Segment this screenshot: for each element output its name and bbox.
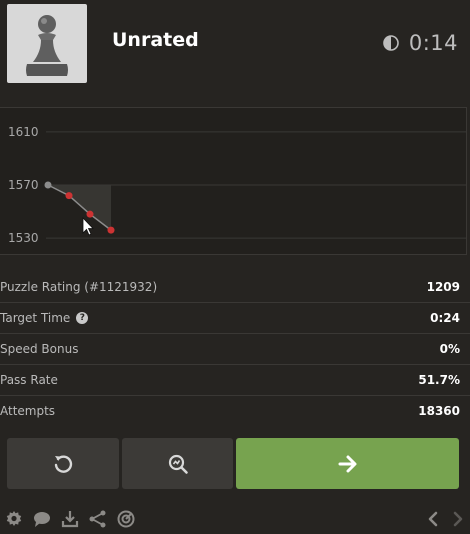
rating-chart: 1610 1570 1530 (0, 107, 467, 255)
puzzle-mode-title: Unrated (112, 29, 199, 51)
rating-chart-svg: 1610 1570 1530 (8, 125, 466, 245)
stat-label: Target Time (0, 311, 71, 325)
stat-row-rating: Puzzle Rating (#1121932) 1209 (0, 272, 470, 303)
stat-value: 1209 (426, 280, 460, 294)
target-icon[interactable] (116, 509, 136, 529)
puzzle-stats: Puzzle Rating (#1121932) 1209 Target Tim… (0, 272, 470, 426)
stat-row-pass-rate: Pass Rate 51.7% (0, 365, 470, 396)
y-tick-label: 1610 (8, 125, 39, 139)
chevron-right-icon[interactable] (448, 509, 468, 529)
chess-pawn-icon (26, 15, 68, 76)
analysis-icon (168, 454, 188, 474)
gear-icon[interactable] (4, 509, 24, 529)
timer-text: 0:14 (408, 31, 458, 55)
retry-button[interactable] (7, 438, 119, 489)
data-point[interactable] (107, 226, 115, 234)
data-point[interactable] (86, 210, 94, 218)
stat-row-attempts: Attempts 18360 (0, 396, 470, 426)
puzzle-actions (7, 438, 459, 489)
stat-label: Attempts (0, 404, 56, 418)
data-point[interactable] (44, 181, 52, 189)
mouse-cursor-icon (82, 217, 94, 236)
stat-value: 18360 (418, 404, 460, 418)
y-tick-label: 1570 (8, 178, 39, 192)
chat-icon[interactable] (32, 509, 52, 529)
stat-row-speed-bonus: Speed Bonus 0% (0, 334, 470, 365)
y-tick-label: 1530 (8, 231, 39, 245)
puzzle-header: Unrated 0:14 (0, 0, 470, 86)
stat-label: Pass Rate (0, 373, 58, 387)
stat-value: 0:24 (430, 311, 460, 325)
stat-label: Puzzle Rating (#1121932) (0, 280, 158, 294)
help-icon[interactable]: ? (76, 312, 89, 324)
analysis-button[interactable] (122, 438, 233, 489)
data-point[interactable] (65, 192, 73, 200)
half-circle-icon (383, 35, 399, 51)
share-icon[interactable] (88, 509, 108, 529)
avatar (7, 4, 87, 83)
chevron-left-icon[interactable] (423, 509, 443, 529)
stat-label-wrap: Target Time ? (0, 311, 89, 325)
stat-label: Speed Bonus (0, 342, 79, 356)
arrow-right-icon (338, 455, 356, 472)
next-puzzle-button[interactable] (236, 438, 459, 489)
stat-value: 0% (439, 342, 460, 356)
retry-icon (54, 454, 73, 473)
stat-value: 51.7% (418, 373, 460, 387)
timer: 0:14 (383, 28, 458, 58)
stat-row-target-time: Target Time ? 0:24 (0, 303, 470, 334)
download-icon[interactable] (60, 509, 80, 529)
puzzle-footer (0, 507, 470, 531)
